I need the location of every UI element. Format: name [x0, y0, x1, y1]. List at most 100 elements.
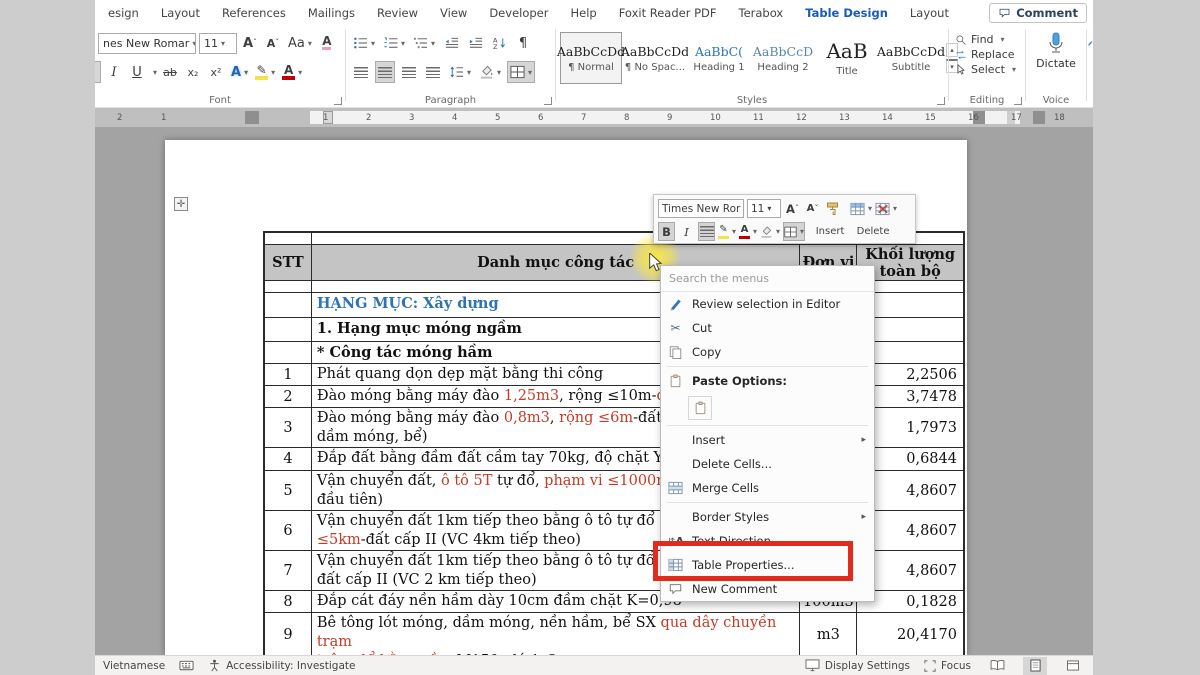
- select-button[interactable]: Select▾: [955, 63, 1016, 76]
- font-name-combo[interactable]: nes New Romar▾: [98, 33, 196, 54]
- shrink-font-button[interactable]: Aˇ: [263, 32, 283, 54]
- table-move-handle[interactable]: ✛: [174, 197, 188, 211]
- language-status[interactable]: Vietnamese: [103, 660, 165, 672]
- grow-font-button[interactable]: Aˆ: [240, 32, 260, 54]
- macro-record-button[interactable]: [179, 660, 194, 671]
- mini-font-size-combo[interactable]: 11▾: [747, 199, 781, 218]
- mini-highlight-button[interactable]: ✎▾: [718, 222, 736, 241]
- clear-formatting-button[interactable]: A: [317, 32, 337, 54]
- bold-button-partial[interactable]: [95, 61, 101, 83]
- font-size-combo[interactable]: 11▾: [199, 33, 237, 54]
- highlight-color-button[interactable]: ✎▾: [253, 61, 277, 83]
- cell-stt[interactable]: 5: [265, 471, 312, 510]
- cell-description[interactable]: Bê tông lót móng, dầm móng, nền hầm, bể …: [312, 613, 801, 655]
- bullet-list-button[interactable]: ▾: [351, 32, 377, 54]
- ruler-column-marker[interactable]: [1033, 111, 1045, 124]
- menu-item-cut[interactable]: ✂Cut: [661, 316, 874, 340]
- dictate-button[interactable]: Dictate: [1026, 31, 1086, 70]
- subscript-button[interactable]: x₂: [183, 61, 203, 83]
- menu-search-input[interactable]: Search the menus: [661, 266, 874, 292]
- paragraph-dialog-launcher[interactable]: [544, 97, 552, 105]
- cell-stt[interactable]: 8: [265, 591, 312, 612]
- paste-clipboard-icon[interactable]: [688, 396, 712, 420]
- menu-item-paste-options[interactable]: Paste Options:: [661, 369, 874, 393]
- justify-button[interactable]: [423, 61, 443, 83]
- style-title[interactable]: AaBTitle: [816, 32, 878, 84]
- mini-font-name-combo[interactable]: Times New Ror▾: [658, 199, 744, 218]
- show-paragraph-marks-button[interactable]: ¶: [513, 32, 533, 54]
- font-color-button[interactable]: A▾: [280, 61, 304, 83]
- align-left-button[interactable]: [351, 61, 371, 83]
- menu-item-copy[interactable]: Copy: [661, 340, 874, 364]
- text-effects-button[interactable]: A▾: [229, 61, 250, 83]
- menu-item-delete-cells[interactable]: Delete Cells...: [661, 452, 874, 476]
- cell-stt[interactable]: [265, 318, 312, 341]
- increase-indent-button[interactable]: [465, 32, 485, 54]
- cell-quantity[interactable]: 20,4170: [857, 613, 963, 655]
- mini-font-color-button[interactable]: A▾: [739, 222, 757, 241]
- multilevel-list-button[interactable]: ▾: [411, 32, 437, 54]
- horizontal-ruler[interactable]: 21123456789101112131415161718: [95, 108, 1093, 127]
- mini-italic-button[interactable]: I: [678, 222, 695, 241]
- ribbon-tab-layout[interactable]: Layout: [150, 2, 211, 24]
- cell-stt[interactable]: [265, 342, 312, 363]
- display-settings-button[interactable]: Display Settings: [805, 659, 910, 672]
- mini-borders-button[interactable]: ▾: [783, 222, 805, 241]
- borders-button[interactable]: ▾: [507, 61, 535, 83]
- find-button[interactable]: Find▾: [955, 33, 1016, 46]
- numbered-list-button[interactable]: ▾: [381, 32, 407, 54]
- ribbon-tab-help[interactable]: Help: [559, 2, 607, 24]
- cell-stt[interactable]: 9: [265, 613, 312, 655]
- cell-stt[interactable]: 7: [265, 551, 312, 590]
- comment-button[interactable]: Comment: [989, 3, 1087, 23]
- mini-align-button[interactable]: [698, 222, 715, 241]
- ribbon-tab-esign[interactable]: esign: [97, 2, 150, 24]
- ruler-margin-block[interactable]: [245, 111, 259, 124]
- paste-option-button[interactable]: [661, 393, 874, 423]
- focus-button[interactable]: Focus: [924, 660, 971, 672]
- menu-item-merge-cells[interactable]: Merge Cells: [661, 476, 874, 500]
- accessibility-status[interactable]: Accessibility: Investigate: [208, 659, 355, 672]
- header-stt[interactable]: STT: [265, 245, 312, 280]
- menu-item-insert[interactable]: Insert▸: [661, 428, 874, 452]
- ribbon-tab-layout[interactable]: Layout: [899, 2, 960, 24]
- editing-dialog-launcher[interactable]: [1014, 97, 1022, 105]
- superscript-button[interactable]: x²: [206, 61, 226, 83]
- mini-delete-table-button[interactable]: ▾: [875, 199, 897, 218]
- menu-item-review-selection-in-editor[interactable]: Review selection in Editor: [661, 292, 874, 316]
- cell-stt[interactable]: 4: [265, 448, 312, 470]
- cell-unit[interactable]: m3: [800, 613, 857, 655]
- underline-button[interactable]: U: [127, 61, 147, 83]
- mini-shading-button[interactable]: ▾: [760, 222, 780, 241]
- cell-stt[interactable]: [265, 281, 312, 292]
- style-heading-2[interactable]: AaBbCcDHeading 2: [752, 32, 814, 84]
- mini-bold-button[interactable]: B: [658, 222, 675, 241]
- decrease-indent-button[interactable]: [441, 32, 461, 54]
- change-case-button[interactable]: Aa▾: [286, 32, 314, 54]
- italic-button[interactable]: I: [104, 61, 124, 83]
- mini-delete-label[interactable]: Delete: [853, 226, 893, 237]
- cell-stt[interactable]: 6: [265, 511, 312, 550]
- cell-stt[interactable]: 2: [265, 386, 312, 407]
- mini-insert-label[interactable]: Insert: [810, 226, 850, 237]
- ribbon-tab-references[interactable]: References: [211, 2, 297, 24]
- menu-item-border-styles[interactable]: Border Styles▸: [661, 505, 874, 529]
- style-heading-1[interactable]: AaBbC(Heading 1: [688, 32, 750, 84]
- ribbon-tab-mailings[interactable]: Mailings: [297, 2, 366, 24]
- ribbon-tab-foxit-reader-pdf[interactable]: Foxit Reader PDF: [608, 2, 728, 24]
- mini-insert-table-button[interactable]: ▾: [850, 199, 872, 218]
- style--no-spac-[interactable]: AaBbCcDd¶ No Spac...: [624, 32, 686, 84]
- mini-grow-font-button[interactable]: Aˆ: [784, 199, 801, 218]
- read-mode-button[interactable]: [985, 657, 1009, 675]
- align-right-button[interactable]: [399, 61, 419, 83]
- mini-shrink-font-button[interactable]: Aˇ: [804, 199, 821, 218]
- style-subtitle[interactable]: AaBbCcDdSubtitle: [880, 32, 942, 84]
- format-painter-button[interactable]: [824, 199, 841, 218]
- web-layout-button[interactable]: [1061, 657, 1085, 675]
- cell-stt[interactable]: [265, 233, 312, 244]
- line-spacing-button[interactable]: ▾: [447, 61, 473, 83]
- ribbon-tab-terabox[interactable]: Terabox: [728, 2, 795, 24]
- print-layout-button[interactable]: [1023, 657, 1047, 675]
- shading-button[interactable]: ▾: [477, 61, 503, 83]
- styles-dialog-launcher[interactable]: [937, 97, 945, 105]
